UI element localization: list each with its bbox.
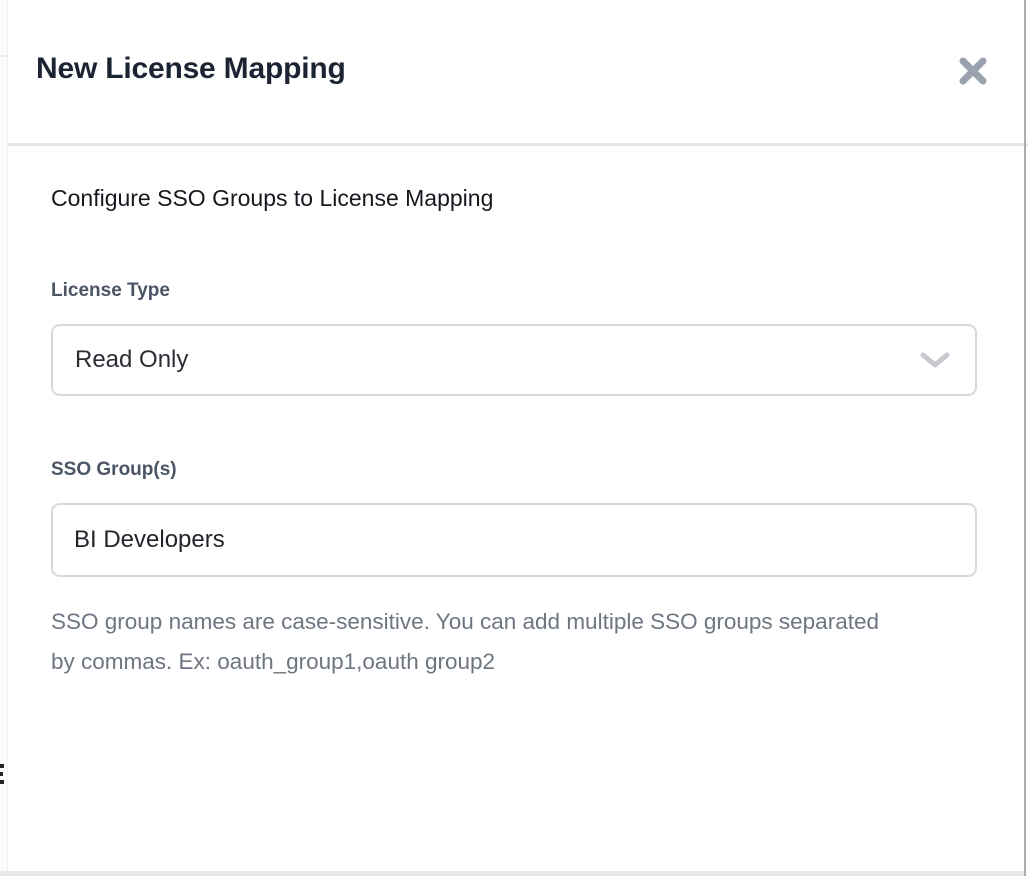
backdrop-list-dashes xyxy=(0,764,6,788)
backdrop-line xyxy=(0,55,8,57)
dialog-subtitle: Configure SSO Groups to License Mapping xyxy=(51,185,493,212)
window-right-edge xyxy=(1024,0,1026,876)
dialog-title: New License Mapping xyxy=(36,52,346,86)
license-type-select[interactable]: Read Only xyxy=(51,324,977,396)
license-type-label: License Type xyxy=(51,280,170,302)
backdrop-bottom-strip xyxy=(0,871,1024,876)
header-divider xyxy=(8,143,1028,146)
license-type-selected-value: Read Only xyxy=(75,346,188,374)
sso-groups-input[interactable] xyxy=(51,503,977,577)
sso-groups-help-text: SSO group names are case-sensitive. You … xyxy=(51,602,891,682)
chevron-down-icon xyxy=(919,351,951,369)
sso-groups-label: SSO Group(s) xyxy=(51,459,177,481)
close-button[interactable] xyxy=(953,51,993,91)
new-license-mapping-dialog: New License Mapping Configure SSO Groups… xyxy=(8,0,1024,871)
page: New License Mapping Configure SSO Groups… xyxy=(0,0,1028,876)
close-icon xyxy=(956,54,990,88)
backdrop-strip xyxy=(0,0,8,876)
